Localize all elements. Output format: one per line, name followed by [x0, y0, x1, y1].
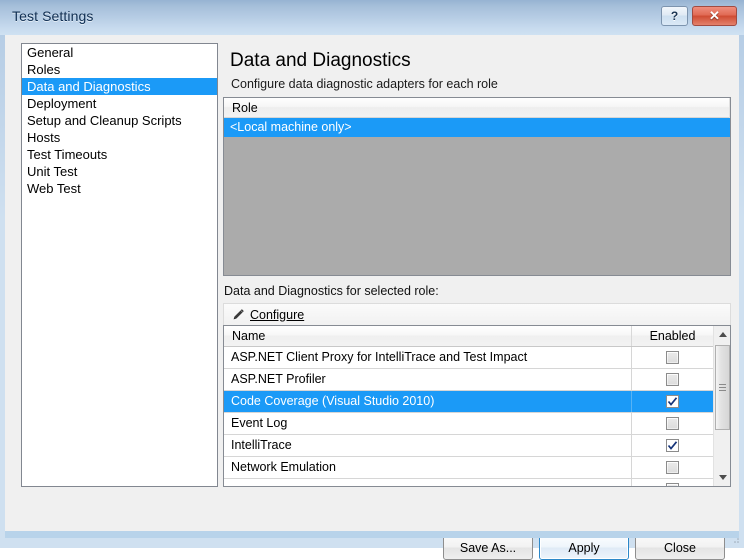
- table-row[interactable]: Network Emulation: [224, 457, 713, 479]
- status-strip: [5, 531, 739, 538]
- adapter-enabled-cell[interactable]: [632, 413, 713, 434]
- sidebar-item-hosts[interactable]: Hosts: [22, 129, 217, 146]
- close-window-button[interactable]: ✕: [692, 6, 737, 26]
- adapters-grid-header: Name Enabled: [224, 326, 713, 347]
- table-row[interactable]: Code Coverage (Visual Studio 2010): [224, 391, 713, 413]
- resize-grip-icon[interactable]: [730, 534, 740, 544]
- enabled-checkbox[interactable]: [666, 395, 679, 408]
- sidebar-item-test-timeouts[interactable]: Test Timeouts: [22, 146, 217, 163]
- scroll-up-button[interactable]: [714, 326, 731, 343]
- adapter-name: Event Log: [224, 413, 632, 434]
- checkmark-icon: [667, 396, 678, 407]
- column-header-enabled[interactable]: Enabled: [632, 326, 713, 346]
- checkbox-inner: [668, 419, 677, 428]
- configure-link[interactable]: Configure: [250, 308, 304, 322]
- table-row[interactable]: ASP.NET Profiler: [224, 369, 713, 391]
- adapter-name: IntelliTrace: [224, 435, 632, 456]
- adapter-enabled-cell[interactable]: [632, 435, 713, 456]
- adapter-enabled-cell[interactable]: [632, 391, 713, 412]
- configure-label: Configure: [250, 308, 304, 322]
- checkmark-icon: [667, 440, 678, 451]
- adapter-enabled-cell[interactable]: [632, 457, 713, 478]
- chevron-down-icon: [719, 475, 727, 480]
- role-column-header[interactable]: Role: [224, 98, 730, 118]
- scrollbar-thumb[interactable]: [715, 345, 730, 430]
- title-bar: Test Settings ? ✕: [0, 0, 744, 35]
- adapter-name: Network Emulation: [224, 457, 632, 478]
- adapter-name: Code Coverage (Visual Studio 2010): [224, 391, 632, 412]
- enabled-checkbox[interactable]: [666, 417, 679, 430]
- adapters-toolbar: Configure: [223, 303, 731, 325]
- role-list-header: Role: [224, 98, 730, 118]
- help-button[interactable]: ?: [661, 6, 688, 26]
- table-row[interactable]: Event Log: [224, 413, 713, 435]
- table-row[interactable]: ASP.NET Client Proxy for IntelliTrace an…: [224, 347, 713, 369]
- checkbox-inner: [668, 485, 677, 486]
- adapters-section-label: Data and Diagnostics for selected role:: [224, 284, 439, 298]
- table-row[interactable]: IntelliTrace: [224, 435, 713, 457]
- sidebar-item-setup-and-cleanup-scripts[interactable]: Setup and Cleanup Scripts: [22, 112, 217, 129]
- adapter-name: [224, 479, 632, 486]
- grip-icon: [719, 382, 726, 393]
- page-title: Data and Diagnostics: [230, 50, 411, 72]
- adapters-grid-body: Name Enabled ASP.NET Client Proxy for In…: [224, 326, 713, 486]
- adapters-scrollbar[interactable]: [713, 326, 730, 486]
- sidebar-item-web-test[interactable]: Web Test: [22, 180, 217, 197]
- pencil-icon: [231, 308, 245, 322]
- scroll-down-button[interactable]: [714, 469, 731, 486]
- dialog-body: General Roles Data and Diagnostics Deplo…: [5, 35, 739, 531]
- sidebar-item-unit-test[interactable]: Unit Test: [22, 163, 217, 180]
- detail-panel: Data and Diagnostics Configure data diag…: [218, 35, 739, 531]
- title-bar-buttons: ? ✕: [661, 6, 737, 26]
- adapters-grid[interactable]: Name Enabled ASP.NET Client Proxy for In…: [223, 325, 731, 487]
- column-header-name[interactable]: Name: [224, 326, 632, 346]
- sidebar-item-roles[interactable]: Roles: [22, 61, 217, 78]
- role-list[interactable]: Role <Local machine only>: [223, 97, 731, 276]
- settings-category-list[interactable]: General Roles Data and Diagnostics Deplo…: [21, 43, 218, 487]
- sidebar-item-data-and-diagnostics[interactable]: Data and Diagnostics: [22, 78, 217, 95]
- enabled-checkbox[interactable]: [666, 483, 679, 486]
- client-area: General Roles Data and Diagnostics Deplo…: [5, 35, 739, 538]
- question-mark-icon: ?: [671, 9, 678, 23]
- enabled-checkbox[interactable]: [666, 461, 679, 474]
- checkbox-inner: [668, 375, 677, 384]
- enabled-checkbox[interactable]: [666, 373, 679, 386]
- close-icon: ✕: [709, 8, 720, 24]
- adapter-name: ASP.NET Profiler: [224, 369, 632, 390]
- page-subtitle: Configure data diagnostic adapters for e…: [231, 77, 498, 91]
- checkbox-inner: [668, 463, 677, 472]
- sidebar-item-deployment[interactable]: Deployment: [22, 95, 217, 112]
- chevron-up-icon: [719, 332, 727, 337]
- test-settings-window: Test Settings ? ✕ General Roles Data and…: [0, 0, 744, 548]
- adapter-enabled-cell[interactable]: [632, 347, 713, 368]
- window-title: Test Settings: [12, 8, 93, 24]
- enabled-checkbox[interactable]: [666, 351, 679, 364]
- enabled-checkbox[interactable]: [666, 439, 679, 452]
- adapter-enabled-cell[interactable]: [632, 369, 713, 390]
- table-row[interactable]: [224, 479, 713, 486]
- role-list-row-local-machine-only[interactable]: <Local machine only>: [224, 118, 730, 137]
- checkbox-inner: [668, 353, 677, 362]
- adapter-name: ASP.NET Client Proxy for IntelliTrace an…: [224, 347, 632, 368]
- sidebar-item-general[interactable]: General: [22, 44, 217, 61]
- dialog-footer: Save As... Apply Close: [5, 491, 739, 531]
- adapter-enabled-cell[interactable]: [632, 479, 713, 486]
